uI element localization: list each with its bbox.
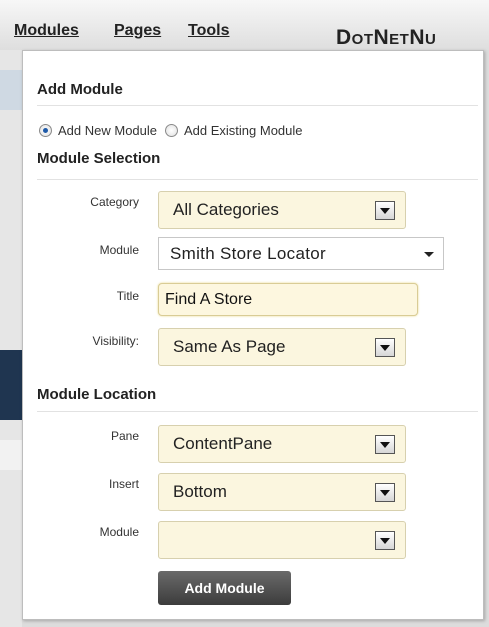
background-fragment bbox=[0, 350, 22, 420]
add-module-button[interactable]: Add Module bbox=[158, 571, 291, 605]
divider bbox=[37, 411, 478, 412]
visibility-select[interactable]: Same As Page bbox=[158, 328, 406, 366]
add-existing-module-label[interactable]: Add Existing Module bbox=[184, 123, 303, 138]
category-select[interactable]: All Categories bbox=[158, 191, 406, 229]
chevron-down-icon[interactable] bbox=[375, 531, 395, 550]
add-new-module-label[interactable]: Add New Module bbox=[58, 123, 157, 138]
pane-select-value: ContentPane bbox=[173, 434, 273, 453]
top-menu-bar: Modules Pages Tools DotNetNu bbox=[0, 0, 489, 50]
chevron-down-icon[interactable] bbox=[375, 338, 395, 357]
title-input[interactable]: Find A Store bbox=[158, 283, 418, 316]
module-mode-radio-group: Add New Module Add Existing Module bbox=[39, 123, 311, 138]
pane-label: Pane bbox=[110, 429, 139, 443]
insert-select-value: Bottom bbox=[173, 482, 227, 501]
add-module-panel: Add Module Add New Module Add Existing M… bbox=[22, 50, 484, 620]
title-label: Title bbox=[116, 289, 139, 303]
divider bbox=[37, 105, 478, 106]
add-existing-module-radio[interactable] bbox=[165, 124, 178, 137]
chevron-down-icon[interactable] bbox=[424, 252, 434, 257]
chevron-down-icon[interactable] bbox=[375, 201, 395, 220]
divider bbox=[37, 179, 478, 180]
module-select-value: Smith Store Locator bbox=[170, 243, 326, 263]
module-label: Module bbox=[99, 243, 139, 257]
location-module-label: Module bbox=[99, 525, 139, 539]
category-select-value: All Categories bbox=[173, 200, 279, 219]
location-module-select[interactable] bbox=[158, 521, 406, 559]
background-fragment bbox=[0, 440, 22, 470]
add-new-module-radio[interactable] bbox=[39, 124, 52, 137]
menu-tools[interactable]: Tools bbox=[188, 22, 229, 40]
category-label: Category bbox=[90, 195, 139, 209]
chevron-down-icon[interactable] bbox=[375, 435, 395, 454]
insert-label: Insert bbox=[108, 477, 139, 491]
module-location-heading: Module Location bbox=[37, 386, 157, 403]
menu-pages[interactable]: Pages bbox=[114, 22, 161, 40]
add-module-heading: Add Module bbox=[37, 81, 123, 98]
pane-select[interactable]: ContentPane bbox=[158, 425, 406, 463]
chevron-down-icon[interactable] bbox=[375, 483, 395, 502]
insert-select[interactable]: Bottom bbox=[158, 473, 406, 511]
module-selection-heading: Module Selection bbox=[37, 150, 161, 167]
module-select[interactable]: Smith Store Locator bbox=[158, 237, 444, 270]
menu-modules[interactable]: Modules bbox=[14, 22, 79, 40]
dnn-logo: DotNetNu bbox=[336, 26, 437, 49]
background-fragment bbox=[0, 70, 22, 110]
visibility-label: Visibility: bbox=[92, 334, 139, 348]
visibility-select-value: Same As Page bbox=[173, 337, 286, 356]
background-page bbox=[0, 50, 22, 627]
title-input-value: Find A Store bbox=[165, 290, 253, 308]
